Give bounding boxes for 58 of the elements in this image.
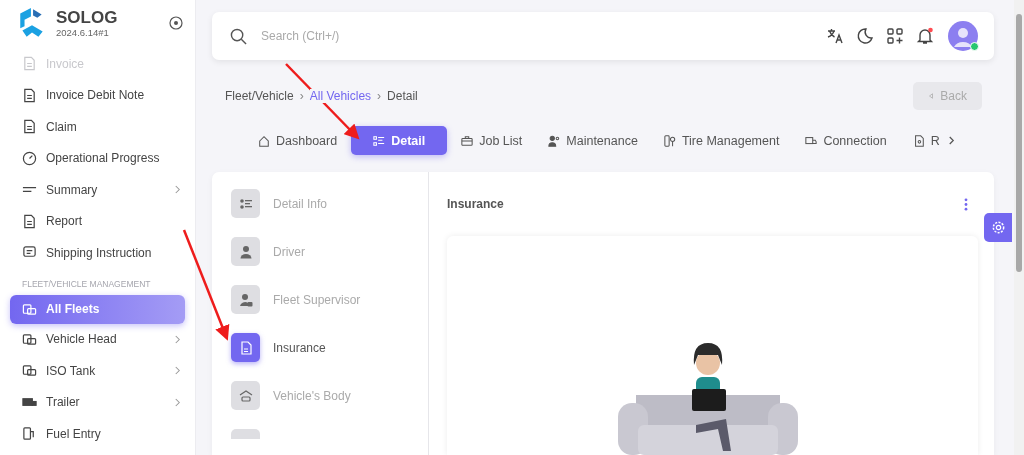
people-icon	[548, 134, 561, 147]
sidebar-item[interactable]: Summary	[0, 174, 195, 206]
translate-icon[interactable]	[826, 27, 844, 45]
fuel-pump-icon	[22, 426, 37, 442]
chevron-right-icon	[174, 184, 181, 196]
sidebar-item[interactable]: Trailer	[0, 386, 195, 418]
avatar[interactable]	[948, 21, 978, 51]
truck-icon	[805, 134, 818, 147]
apps-grid-icon[interactable]	[886, 27, 904, 45]
list-icon	[373, 134, 386, 147]
list-icon	[231, 189, 260, 218]
sidebar-item[interactable]: All Fleets	[10, 294, 185, 324]
sidebar-item[interactable]: Invoice Debit Note	[0, 79, 195, 111]
tab[interactable]: Connection	[793, 126, 899, 155]
search-field[interactable]: Search (Ctrl+/)	[259, 28, 814, 44]
car-garage-icon	[231, 381, 260, 410]
tab[interactable]: Detail	[351, 126, 448, 155]
breadcrumb-item: Fleet/Vehicle	[225, 89, 294, 103]
sidebar-item[interactable]: ISO Tank	[0, 355, 195, 387]
settings-button[interactable]	[984, 213, 1012, 242]
chevron-right-icon	[174, 333, 181, 345]
breadcrumb-separator: ›	[377, 89, 382, 103]
breadcrumb-item: Detail	[387, 89, 418, 103]
chevron-right-icon	[174, 396, 181, 408]
scrollbar[interactable]	[1014, 0, 1024, 455]
caret-left-icon	[928, 92, 935, 100]
settings-icon	[990, 220, 1006, 235]
tab[interactable]: Tire Management	[651, 126, 792, 155]
panel-title: Insurance	[447, 197, 504, 211]
version-text: 2024.6.14#1	[56, 26, 110, 38]
moon-icon[interactable]	[856, 27, 874, 45]
sidebar-item[interactable]: Fuel Entry	[0, 418, 195, 450]
section-label: FLEET/VEHICLE MANAGEMENT	[21, 277, 152, 291]
fleet-icon	[22, 301, 37, 317]
sidebar-item[interactable]: Shipping Instruction	[0, 237, 195, 269]
sidebar-item[interactable]: Report	[0, 205, 195, 237]
home-icon	[258, 134, 270, 147]
more-options-icon[interactable]	[964, 197, 968, 211]
detail-nav-item[interactable]: Insurance	[231, 333, 428, 362]
person-icon	[231, 237, 260, 266]
bell-icon[interactable]	[916, 27, 934, 45]
search-icon	[230, 27, 247, 45]
tab[interactable]: Job List	[449, 126, 535, 155]
tab[interactable]: R	[900, 126, 952, 155]
collapse-toggle-icon[interactable]	[169, 16, 183, 30]
chevron-right-icon[interactable]	[947, 135, 955, 146]
sidebar-item[interactable]: Operational Progress	[0, 142, 195, 174]
tab[interactable]: Maintenance	[536, 126, 650, 155]
sidebar-item[interactable]: Vehicle Head	[0, 323, 195, 355]
tab[interactable]: Dashboard	[246, 126, 350, 155]
briefcase-icon	[461, 134, 474, 147]
chevron-right-icon	[174, 365, 181, 377]
breadcrumb-link[interactable]: All Vehicles	[309, 89, 372, 103]
brand-name: SOLOG	[56, 8, 119, 27]
gauge-icon	[22, 150, 37, 166]
sidebar-item[interactable]: Claim	[0, 111, 195, 143]
breadcrumb-separator: ›	[299, 89, 304, 103]
person-lock-icon	[231, 285, 260, 314]
